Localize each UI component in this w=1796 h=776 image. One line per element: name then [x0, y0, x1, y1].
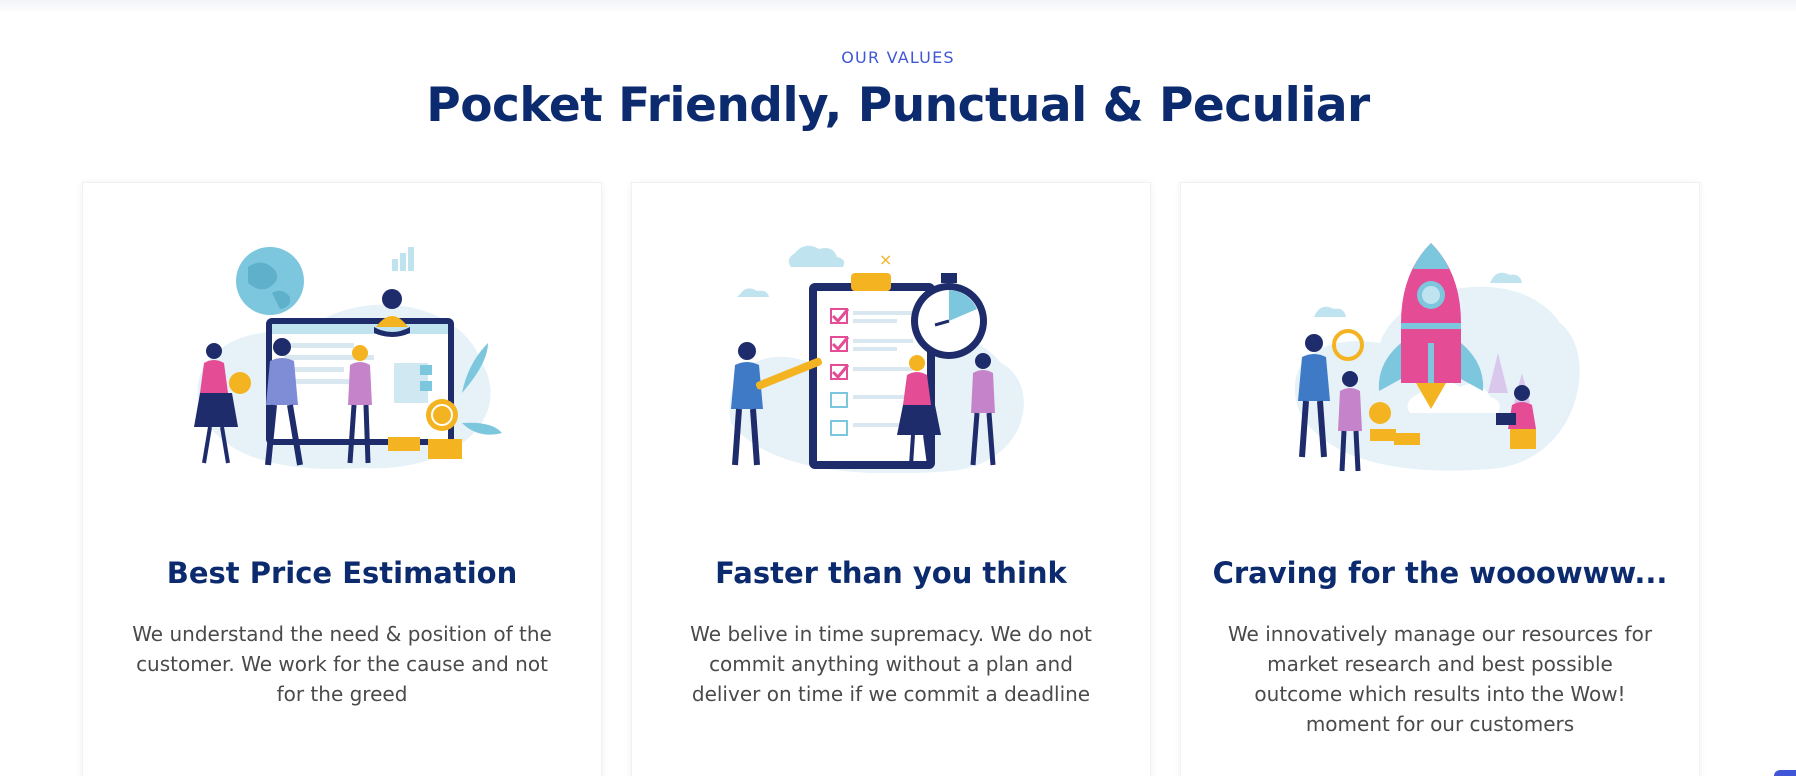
- card-description: We understand the need & position of the…: [132, 622, 552, 706]
- value-card-price: Best Price Estimation We understand the …: [82, 182, 602, 776]
- rocket-launch-illustration: [1294, 243, 1580, 472]
- values-section: OUR VALUES Pocket Friendly, Punctual & P…: [0, 0, 1796, 776]
- card-description: We innovatively manage our resources for…: [1227, 622, 1653, 736]
- section-title: Pocket Friendly, Punctual & Peculiar: [426, 78, 1370, 133]
- header-shadow: [0, 0, 1796, 14]
- chat-widget-tab[interactable]: [1774, 770, 1796, 776]
- card-title: Faster than you think: [715, 556, 1067, 590]
- card-description: We belive in time supremacy. We do not c…: [690, 622, 1092, 706]
- value-card-wow: Craving for the wooowww... We innovative…: [1180, 182, 1700, 776]
- section-eyebrow: OUR VALUES: [841, 48, 955, 67]
- checklist-stopwatch-illustration: ×: [729, 245, 1024, 473]
- svg-text:×: ×: [879, 250, 892, 269]
- card-title: Best Price Estimation: [166, 556, 518, 590]
- team-pricing-illustration: [194, 247, 502, 469]
- value-card-speed: × Faster than you think We belive in tim…: [631, 182, 1151, 776]
- card-title: Craving for the wooowww...: [1212, 556, 1668, 590]
